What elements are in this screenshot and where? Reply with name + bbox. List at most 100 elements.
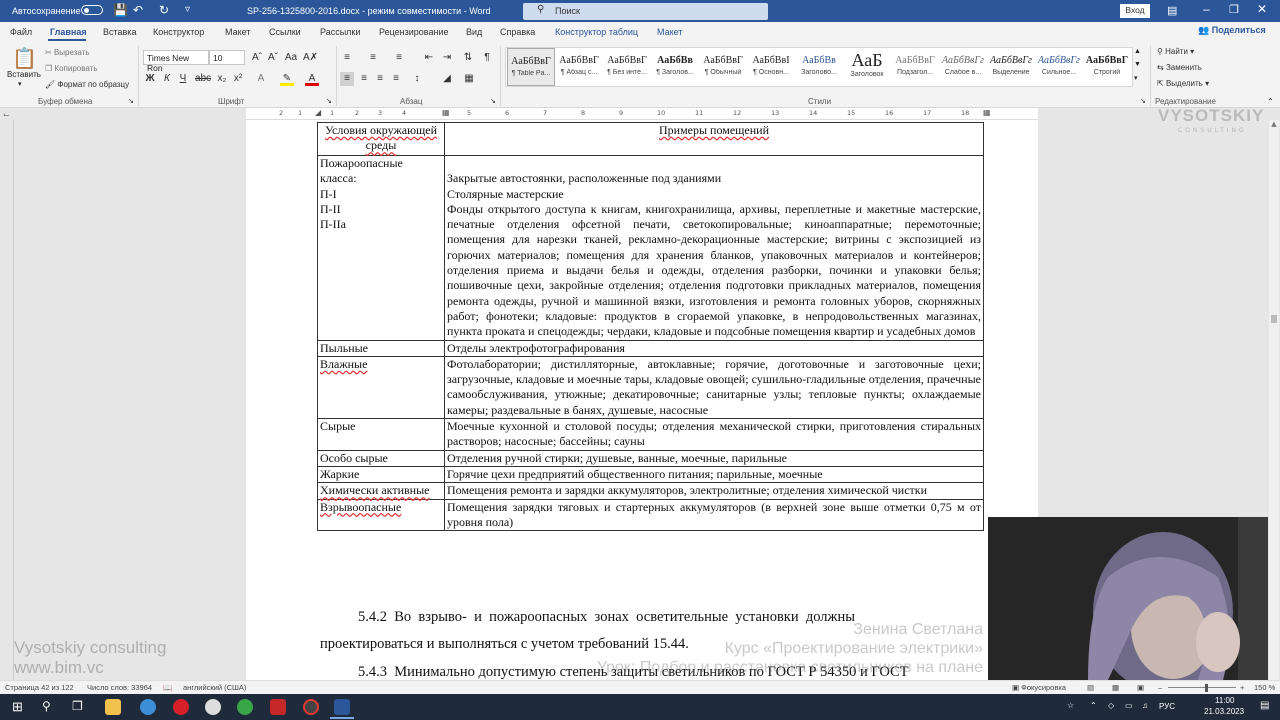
font-size-dropdown[interactable]: 10: [209, 50, 245, 65]
read-mode-icon[interactable]: ▤: [1087, 683, 1094, 692]
highlight-icon[interactable]: ✎: [280, 72, 294, 86]
task-view-icon[interactable]: ❐: [72, 699, 83, 713]
shrink-font-icon[interactable]: Aˇ: [266, 51, 280, 65]
replace-button[interactable]: ⇆ Заменить: [1157, 63, 1202, 72]
undo-icon[interactable]: ↶: [133, 3, 143, 17]
styles-scroll-down-icon[interactable]: ▼: [1134, 61, 1141, 68]
tab-file[interactable]: Файл: [10, 27, 32, 37]
table-cell[interactable]: Горячие цехи предприятий общественного п…: [444, 465, 984, 484]
text-effects-icon[interactable]: A: [254, 72, 268, 86]
style-item[interactable]: АаБбВвГг Выделение: [987, 48, 1035, 86]
paste-icon[interactable]: 📋: [12, 46, 37, 71]
table-cell[interactable]: Моечные кухонной и столовой посуды; отде…: [444, 418, 984, 451]
zoom-in-icon[interactable]: +: [1240, 683, 1244, 692]
tab-mailings[interactable]: Рассылки: [320, 27, 360, 37]
subscript-icon[interactable]: x₂: [215, 72, 229, 86]
table-cell[interactable]: Отделы электрофотографирования: [444, 339, 984, 357]
minimize-icon[interactable]: –: [1203, 2, 1210, 16]
styles-more-icon[interactable]: ▾: [1134, 74, 1138, 82]
focus-mode-button[interactable]: ▣ Фокусировка: [1012, 683, 1066, 692]
spellcheck-icon[interactable]: 📖: [163, 683, 172, 692]
style-item[interactable]: АаБбВвГ ¶ Абзац с...: [555, 48, 603, 86]
save-icon[interactable]: 💾: [113, 3, 128, 17]
sort-icon[interactable]: ⇅: [461, 51, 475, 65]
yandex-browser-icon[interactable]: [205, 699, 221, 715]
ruler-indent-marker[interactable]: ◢: [315, 108, 321, 117]
table-cell[interactable]: Закрытые автостоянки, расположенные под …: [444, 155, 984, 341]
paste-dropdown-icon[interactable]: ▾: [18, 80, 22, 88]
tab-insert[interactable]: Вставка: [103, 27, 136, 37]
sign-in-button[interactable]: Вход: [1120, 4, 1150, 18]
table-cell[interactable]: Жаркие: [317, 465, 445, 484]
bullets-icon[interactable]: ≡: [340, 51, 354, 65]
superscript-icon[interactable]: x²: [231, 72, 245, 86]
table-cell[interactable]: Сырые: [317, 418, 445, 451]
scrollbar-thumb[interactable]: [1271, 315, 1277, 323]
clipboard-launcher-icon[interactable]: ↘: [128, 97, 134, 105]
clock-time[interactable]: 11:00: [1215, 696, 1234, 705]
style-item[interactable]: АаБ Заголовок: [843, 48, 891, 86]
table-cell[interactable]: Фотолаборатории; дистилляторные, автокла…: [444, 355, 984, 420]
collapse-ribbon-icon[interactable]: ⌃: [1267, 97, 1274, 106]
clock-date[interactable]: 21.03.2023: [1204, 707, 1244, 716]
opera-icon[interactable]: [173, 699, 189, 715]
page-count[interactable]: Страница 42 из 122: [5, 683, 74, 692]
show-marks-icon[interactable]: ¶: [480, 51, 494, 65]
restore-icon[interactable]: ❐: [1229, 3, 1239, 16]
word-taskbar-icon[interactable]: [334, 699, 350, 715]
volume-icon[interactable]: ♫: [1142, 701, 1148, 710]
scroll-up-icon[interactable]: ▲: [1269, 120, 1279, 128]
tab-references[interactable]: Ссылки: [269, 27, 301, 37]
vertical-ruler[interactable]: [0, 120, 14, 680]
table-cell[interactable]: Химически активные: [317, 482, 445, 500]
onedrive-icon[interactable]: [140, 699, 156, 715]
tab-help[interactable]: Справка: [500, 27, 535, 37]
table-header-cell[interactable]: Примеры помещений: [444, 122, 984, 156]
tab-selector-icon[interactable]: ⌙: [3, 110, 10, 119]
underline-icon[interactable]: Ч: [176, 72, 190, 86]
redo-icon[interactable]: ↻: [159, 3, 169, 17]
tray-up-icon[interactable]: ⌃: [1090, 701, 1097, 710]
ruler-right-indent-marker[interactable]: ▦: [983, 108, 991, 117]
table-cell[interactable]: Взрывоопасные: [317, 498, 445, 532]
align-right-icon[interactable]: ≡: [373, 72, 387, 86]
style-item[interactable]: АаБбВвГ ¶ Без инте...: [603, 48, 651, 86]
tab-table-design[interactable]: Конструктор таблиц: [555, 27, 638, 37]
web-layout-icon[interactable]: ▣: [1137, 683, 1144, 692]
paragraph-launcher-icon[interactable]: ↘: [490, 97, 496, 105]
language-status[interactable]: английский (США): [183, 683, 246, 692]
table-cell[interactable]: Особо сырые: [317, 449, 445, 467]
print-layout-icon[interactable]: ▦: [1112, 683, 1119, 692]
table-cell[interactable]: Помещения ремонта и зарядки аккумуляторо…: [444, 482, 984, 500]
style-item[interactable]: АаБбВвГ Строгий: [1083, 48, 1131, 86]
document-table[interactable]: Условия окружающей среды Примеры помещен…: [317, 122, 984, 532]
styles-scroll-up-icon[interactable]: ▲: [1134, 48, 1141, 55]
find-button[interactable]: ⚲ Найти ▾: [1157, 47, 1194, 56]
windows-start-icon[interactable]: ⊞: [12, 699, 23, 715]
ruler-column-marker[interactable]: ▦: [442, 108, 450, 117]
horizontal-ruler[interactable]: 2 1 ◢ 1 2 3 4 ▦ 5 6 7 8 9 10 11 12 13 14…: [246, 108, 1038, 120]
font-color-icon[interactable]: A: [305, 72, 319, 86]
change-case-icon[interactable]: Aa: [284, 51, 298, 65]
tab-review[interactable]: Рецензирование: [379, 27, 449, 37]
table-cell[interactable]: Помещения зарядки тяговых и стартерных а…: [444, 498, 984, 532]
file-explorer-icon[interactable]: [105, 699, 121, 715]
tab-design[interactable]: Конструктор: [153, 27, 204, 37]
acrobat-icon[interactable]: [270, 699, 286, 715]
vertical-scrollbar[interactable]: ▲: [1269, 120, 1279, 680]
table-header-cell[interactable]: Условия окружающей среды: [317, 122, 445, 156]
notifications-icon[interactable]: ▤: [1260, 700, 1269, 711]
autosave-toggle[interactable]: [81, 5, 103, 15]
network-icon[interactable]: ◇: [1108, 701, 1114, 710]
cut-button[interactable]: ✂ Вырезать: [45, 48, 90, 57]
align-left-icon[interactable]: ≡: [340, 72, 354, 86]
table-cell[interactable]: Влажные: [317, 355, 445, 420]
search-input[interactable]: ⚲ Поиск: [523, 3, 768, 20]
font-name-dropdown[interactable]: Times New Ron: [143, 50, 209, 73]
zoom-level[interactable]: 150 %: [1254, 683, 1275, 692]
style-item[interactable]: АаБбВвГ Подзагол...: [891, 48, 939, 86]
taskbar-search-icon[interactable]: ⚲: [42, 699, 51, 713]
zoom-slider-thumb[interactable]: [1205, 684, 1208, 692]
people-icon[interactable]: ☆: [1067, 701, 1074, 710]
clear-formatting-icon[interactable]: A✗: [303, 51, 318, 65]
